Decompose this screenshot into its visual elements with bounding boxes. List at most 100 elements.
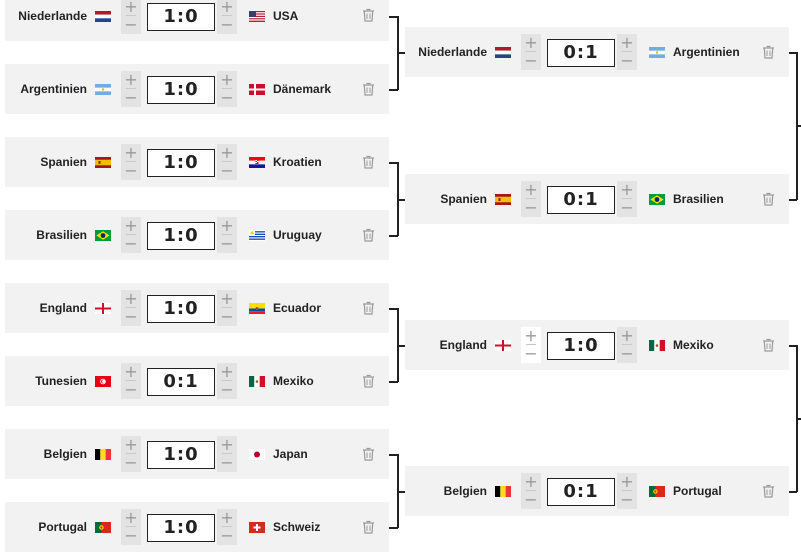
score-display[interactable]: 1:0 [147,295,215,323]
trash-icon[interactable] [362,155,375,169]
home-score-stepper[interactable]: + − [521,181,541,217]
away-team: Mexiko [649,320,714,370]
away-score-decrement-button[interactable]: − [617,52,637,70]
away-score-decrement-button[interactable]: − [217,527,237,545]
away-score-stepper[interactable]: + − [617,473,637,509]
away-score-stepper[interactable]: + − [217,509,237,545]
away-score-increment-button[interactable]: + [217,217,237,235]
away-score-stepper[interactable]: + − [217,0,237,34]
away-score-increment-button[interactable]: + [217,290,237,308]
home-score-stepper[interactable]: + − [121,144,141,180]
score-display[interactable]: 1:0 [147,3,215,31]
away-score-stepper[interactable]: + − [617,327,637,363]
home-score-increment-button[interactable]: + [121,217,141,235]
home-score-increment-button[interactable]: + [121,0,141,16]
home-score-increment-button[interactable]: + [521,473,541,491]
home-score-stepper[interactable]: + − [121,290,141,326]
away-score-stepper[interactable]: + − [217,290,237,326]
score-display[interactable]: 0:1 [547,186,615,214]
team-name: Dänemark [273,82,332,96]
away-score-decrement-button[interactable]: − [617,199,637,217]
away-score-increment-button[interactable]: + [217,436,237,454]
home-score-increment-button[interactable]: + [521,181,541,199]
home-score-stepper[interactable]: + − [521,473,541,509]
trash-icon[interactable] [762,338,775,352]
away-score-decrement-button[interactable]: − [217,235,237,253]
home-score-decrement-button[interactable]: − [521,345,541,363]
score-display[interactable]: 1:0 [147,149,215,177]
home-score-decrement-button[interactable]: − [121,308,141,326]
score-display[interactable]: 0:1 [147,368,215,396]
away-score-stepper[interactable]: + − [217,144,237,180]
home-score-decrement-button[interactable]: − [121,89,141,107]
trash-icon[interactable] [362,301,375,315]
home-score-increment-button[interactable]: + [521,327,541,345]
home-score-decrement-button[interactable]: − [121,162,141,180]
home-score-increment-button[interactable]: + [121,71,141,89]
away-score-decrement-button[interactable]: − [217,16,237,34]
score-display[interactable]: 1:0 [147,222,215,250]
match-card: Portugal + − 1:0 + − Schweiz [5,502,389,552]
away-score-stepper[interactable]: + − [217,217,237,253]
away-score-stepper[interactable]: + − [217,363,237,399]
home-score-decrement-button[interactable]: − [121,16,141,34]
away-score-stepper[interactable]: + − [617,181,637,217]
home-score-increment-button[interactable]: + [121,436,141,454]
away-score-decrement-button[interactable]: − [617,491,637,509]
home-score-increment-button[interactable]: + [121,509,141,527]
home-score-increment-button[interactable]: + [521,34,541,52]
away-score-stepper[interactable]: + − [617,34,637,70]
trash-icon[interactable] [362,228,375,242]
trash-icon[interactable] [362,374,375,388]
away-score-increment-button[interactable]: + [217,363,237,381]
away-score-increment-button[interactable]: + [217,0,237,16]
home-score-decrement-button[interactable]: − [521,52,541,70]
away-score-increment-button[interactable]: + [217,144,237,162]
home-score-decrement-button[interactable]: − [121,381,141,399]
trash-icon[interactable] [362,520,375,534]
score-display[interactable]: 1:0 [147,441,215,469]
home-score-decrement-button[interactable]: − [121,454,141,472]
score-display[interactable]: 1:0 [147,514,215,542]
away-score-decrement-button[interactable]: − [217,381,237,399]
trash-icon[interactable] [762,192,775,206]
home-score-increment-button[interactable]: + [121,363,141,381]
trash-icon[interactable] [362,8,375,22]
home-score-stepper[interactable]: + − [121,217,141,253]
home-score-increment-button[interactable]: + [121,290,141,308]
away-score-decrement-button[interactable]: − [217,308,237,326]
away-score-increment-button[interactable]: + [217,509,237,527]
away-score-increment-button[interactable]: + [617,181,637,199]
score-display[interactable]: 1:0 [147,76,215,104]
away-score-increment-button[interactable]: + [217,71,237,89]
away-score-stepper[interactable]: + − [217,436,237,472]
away-score-increment-button[interactable]: + [617,327,637,345]
score-display[interactable]: 0:1 [547,39,615,67]
trash-icon[interactable] [362,82,375,96]
home-score-increment-button[interactable]: + [121,144,141,162]
home-score-stepper[interactable]: + − [121,436,141,472]
away-score-increment-button[interactable]: + [617,473,637,491]
trash-icon[interactable] [762,484,775,498]
trash-icon[interactable] [362,447,375,461]
home-score-decrement-button[interactable]: − [121,527,141,545]
away-score-decrement-button[interactable]: − [617,345,637,363]
score-display[interactable]: 0:1 [547,478,615,506]
away-score-decrement-button[interactable]: − [217,89,237,107]
home-score-stepper[interactable]: + − [521,34,541,70]
home-score-stepper[interactable]: + − [121,71,141,107]
home-score-stepper[interactable]: + − [121,363,141,399]
away-score-stepper[interactable]: + − [217,71,237,107]
away-score-decrement-button[interactable]: − [217,454,237,472]
away-score-increment-button[interactable]: + [617,34,637,52]
home-score-stepper[interactable]: + − [121,0,141,34]
home-score-decrement-button[interactable]: − [121,235,141,253]
home-score-stepper[interactable]: + − [121,509,141,545]
away-team: Argentinien [649,27,740,77]
home-score-decrement-button[interactable]: − [521,199,541,217]
score-display[interactable]: 1:0 [547,332,615,360]
trash-icon[interactable] [762,45,775,59]
home-score-stepper[interactable]: + − [521,327,541,363]
away-score-decrement-button[interactable]: − [217,162,237,180]
home-score-decrement-button[interactable]: − [521,491,541,509]
